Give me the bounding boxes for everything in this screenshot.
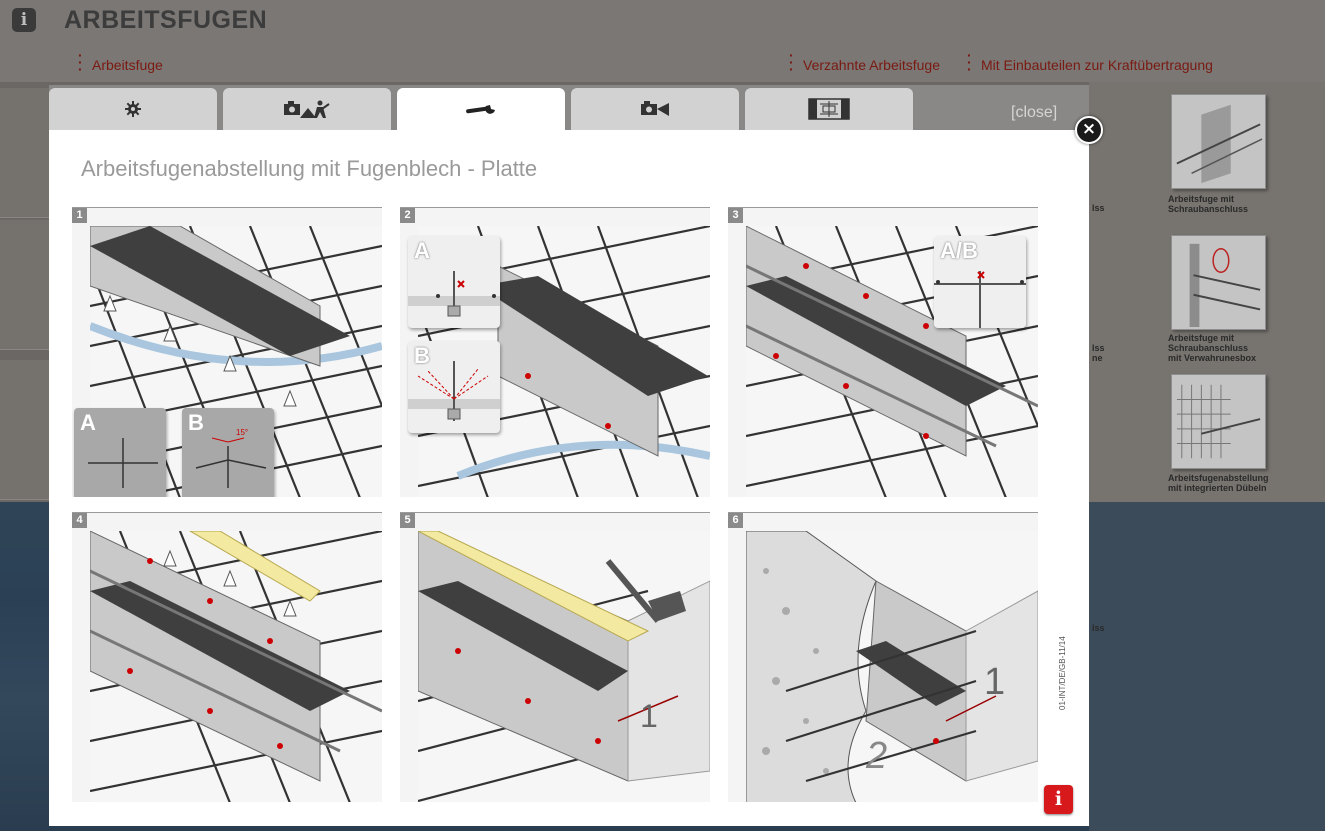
modal-tab-bar: [close]: [49, 85, 1089, 130]
side-text-fragment: lss: [1092, 343, 1105, 353]
step-panel-6: 6 1 2: [728, 512, 1038, 802]
inset-label: A: [414, 238, 430, 263]
dots-icon: · · ·: [967, 47, 972, 77]
side-panel-lower: [1089, 502, 1325, 831]
tab-photos-construction[interactable]: [223, 88, 391, 130]
step-number: 5: [400, 513, 415, 528]
left-strip: [0, 88, 49, 218]
callout-label: 1: [984, 661, 1006, 703]
wrench-icon: [466, 105, 495, 114]
inset-b: B 15°: [182, 408, 274, 497]
gear-icon: [125, 101, 141, 117]
side-item-thumbnail[interactable]: [1171, 374, 1266, 469]
nav-item-verzahnte-arbeitsfuge[interactable]: · · · Verzahnte Arbeitsfuge: [789, 47, 940, 77]
inset-label: A/B: [940, 238, 978, 263]
video-camera-icon: [641, 101, 669, 116]
side-text-fragment: ne: [1092, 353, 1103, 363]
tab-plans[interactable]: [745, 88, 913, 130]
callout-label: 1: [640, 698, 658, 734]
side-item-caption: Arbeitsfuge mit Schraubanschluss: [1168, 194, 1249, 214]
side-item-thumbnail[interactable]: [1171, 94, 1266, 189]
nav-item-arbeitsfuge[interactable]: · · · Arbeitsfuge: [78, 47, 163, 77]
side-item-caption: Arbeitsfuge mit Schraubanschluss mit Ver…: [1168, 333, 1257, 363]
step-number: 4: [72, 513, 87, 528]
step-5-illustration: [418, 531, 710, 802]
close-link[interactable]: [close]: [1011, 104, 1057, 122]
dots-icon: · · ·: [789, 47, 794, 77]
inset-a: A: [74, 408, 166, 497]
step-number: 3: [728, 208, 743, 223]
step-panel-2: 2 A B: [400, 207, 710, 497]
step-panel-3: 3 A/B: [728, 207, 1038, 497]
page-title: ARBEITSFUGEN: [64, 6, 268, 34]
step-panel-5: 5 1: [400, 512, 710, 802]
inset-label: B: [188, 410, 204, 435]
side-text-fragment: lss: [1092, 203, 1105, 213]
step-number: 1: [72, 208, 87, 223]
left-strip: [0, 360, 49, 500]
modal-dialog: Arbeitsfugenabstellung mit Fugenblech - …: [49, 130, 1089, 826]
step-4-illustration: [90, 531, 382, 802]
side-item-thumbnail[interactable]: [1171, 235, 1266, 330]
inset-ab: A/B: [934, 236, 1026, 328]
close-button[interactable]: ×: [1075, 116, 1103, 144]
document-code: 01-INT/DE/GB-11/14: [1058, 636, 1067, 710]
nav-item-einbauteile[interactable]: · · · Mit Einbauteilen zur Kraftübertragung: [967, 47, 1213, 77]
inset-a: A: [408, 236, 500, 328]
left-strip: [0, 220, 49, 350]
inset-label: B: [414, 343, 430, 368]
camera-construction-icon: [284, 100, 330, 118]
info-button[interactable]: i: [1044, 785, 1073, 814]
inset-b: B: [408, 341, 500, 433]
info-icon[interactable]: i: [12, 8, 36, 32]
dots-icon: · · ·: [78, 47, 83, 77]
step-number: 2: [400, 208, 415, 223]
side-text-fragment: lss: [1092, 623, 1105, 633]
callout-label: 2: [866, 735, 888, 777]
step-panel-1: 1 A B 15°: [72, 207, 382, 497]
side-item-caption: Arbeitsfugenabstellung mit integrierten …: [1168, 473, 1269, 493]
inset-label: A: [80, 410, 96, 435]
angle-label: 15°: [236, 428, 249, 437]
modal-title: Arbeitsfugenabstellung mit Fugenblech - …: [81, 156, 538, 181]
tab-installation[interactable]: [397, 88, 565, 130]
tab-settings[interactable]: [49, 88, 217, 130]
floorplan-icon: [808, 98, 850, 120]
step-number: 6: [728, 513, 743, 528]
tab-video[interactable]: [571, 88, 739, 130]
step-panel-4: 4: [72, 512, 382, 802]
